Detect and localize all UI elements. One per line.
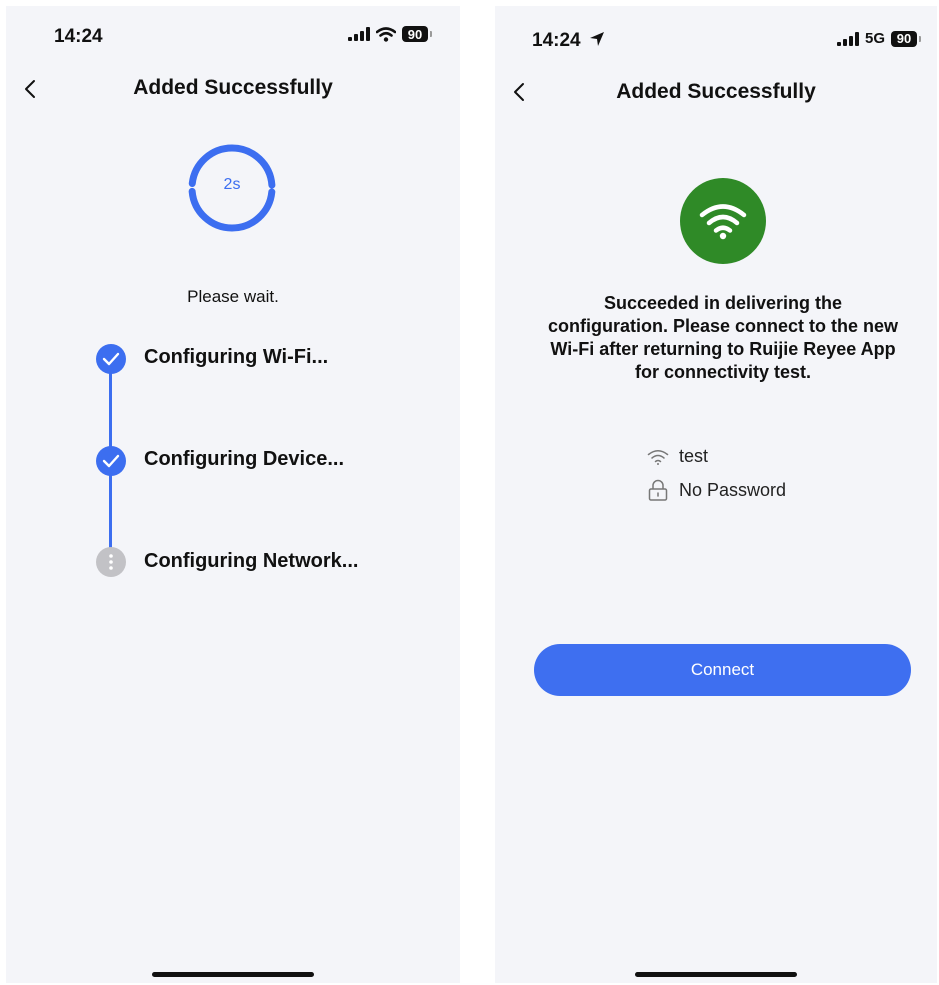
signal-icon xyxy=(836,31,859,46)
step-label-wifi: Configuring Wi-Fi... xyxy=(144,346,329,368)
status-time: 14:24 xyxy=(532,30,581,51)
success-wifi-badge xyxy=(680,178,766,264)
step-pending-icon xyxy=(96,547,126,577)
wifi-icon xyxy=(699,204,747,240)
countdown-text: 2s xyxy=(223,176,241,193)
network-type: 5G xyxy=(864,30,885,47)
page-title: Added Successfully xyxy=(133,76,333,99)
step-check-icon xyxy=(96,344,126,374)
signal-icon xyxy=(348,27,370,41)
step-label-network: Configuring Network... xyxy=(144,550,359,572)
battery-icon: 90 xyxy=(402,26,432,42)
countdown-ring: 2s xyxy=(186,142,278,234)
lock-icon xyxy=(648,479,668,501)
status-icons: 5G 90 xyxy=(836,30,921,47)
home-indicator xyxy=(152,972,314,977)
home-indicator xyxy=(635,972,797,977)
step-label-device: Configuring Device... xyxy=(144,448,345,470)
status-time: 14:24 xyxy=(54,26,103,47)
wait-text: Please wait. xyxy=(187,287,279,306)
left-phone-screen: 14:24 90 Added Successfully 2s Please wa… xyxy=(6,6,460,983)
ssid-row: test xyxy=(647,446,708,467)
step-check-icon xyxy=(96,446,126,476)
password-text: No Password xyxy=(679,479,787,500)
right-phone-screen: 14:24 5G 90 Added Successfully Succeeded… xyxy=(495,6,937,983)
password-row: No Password xyxy=(647,479,786,501)
battery-icon: 90 xyxy=(891,30,921,47)
wifi-icon xyxy=(376,26,396,42)
location-arrow-icon xyxy=(590,32,604,46)
connect-button[interactable]: Connect xyxy=(534,644,911,696)
page-title: Added Successfully xyxy=(616,80,816,103)
status-icons: 90 xyxy=(348,26,432,42)
success-message: Succeeded in delivering the configuratio… xyxy=(547,293,899,382)
wifi-outline-icon xyxy=(647,449,669,465)
ssid-text: test xyxy=(679,446,709,466)
